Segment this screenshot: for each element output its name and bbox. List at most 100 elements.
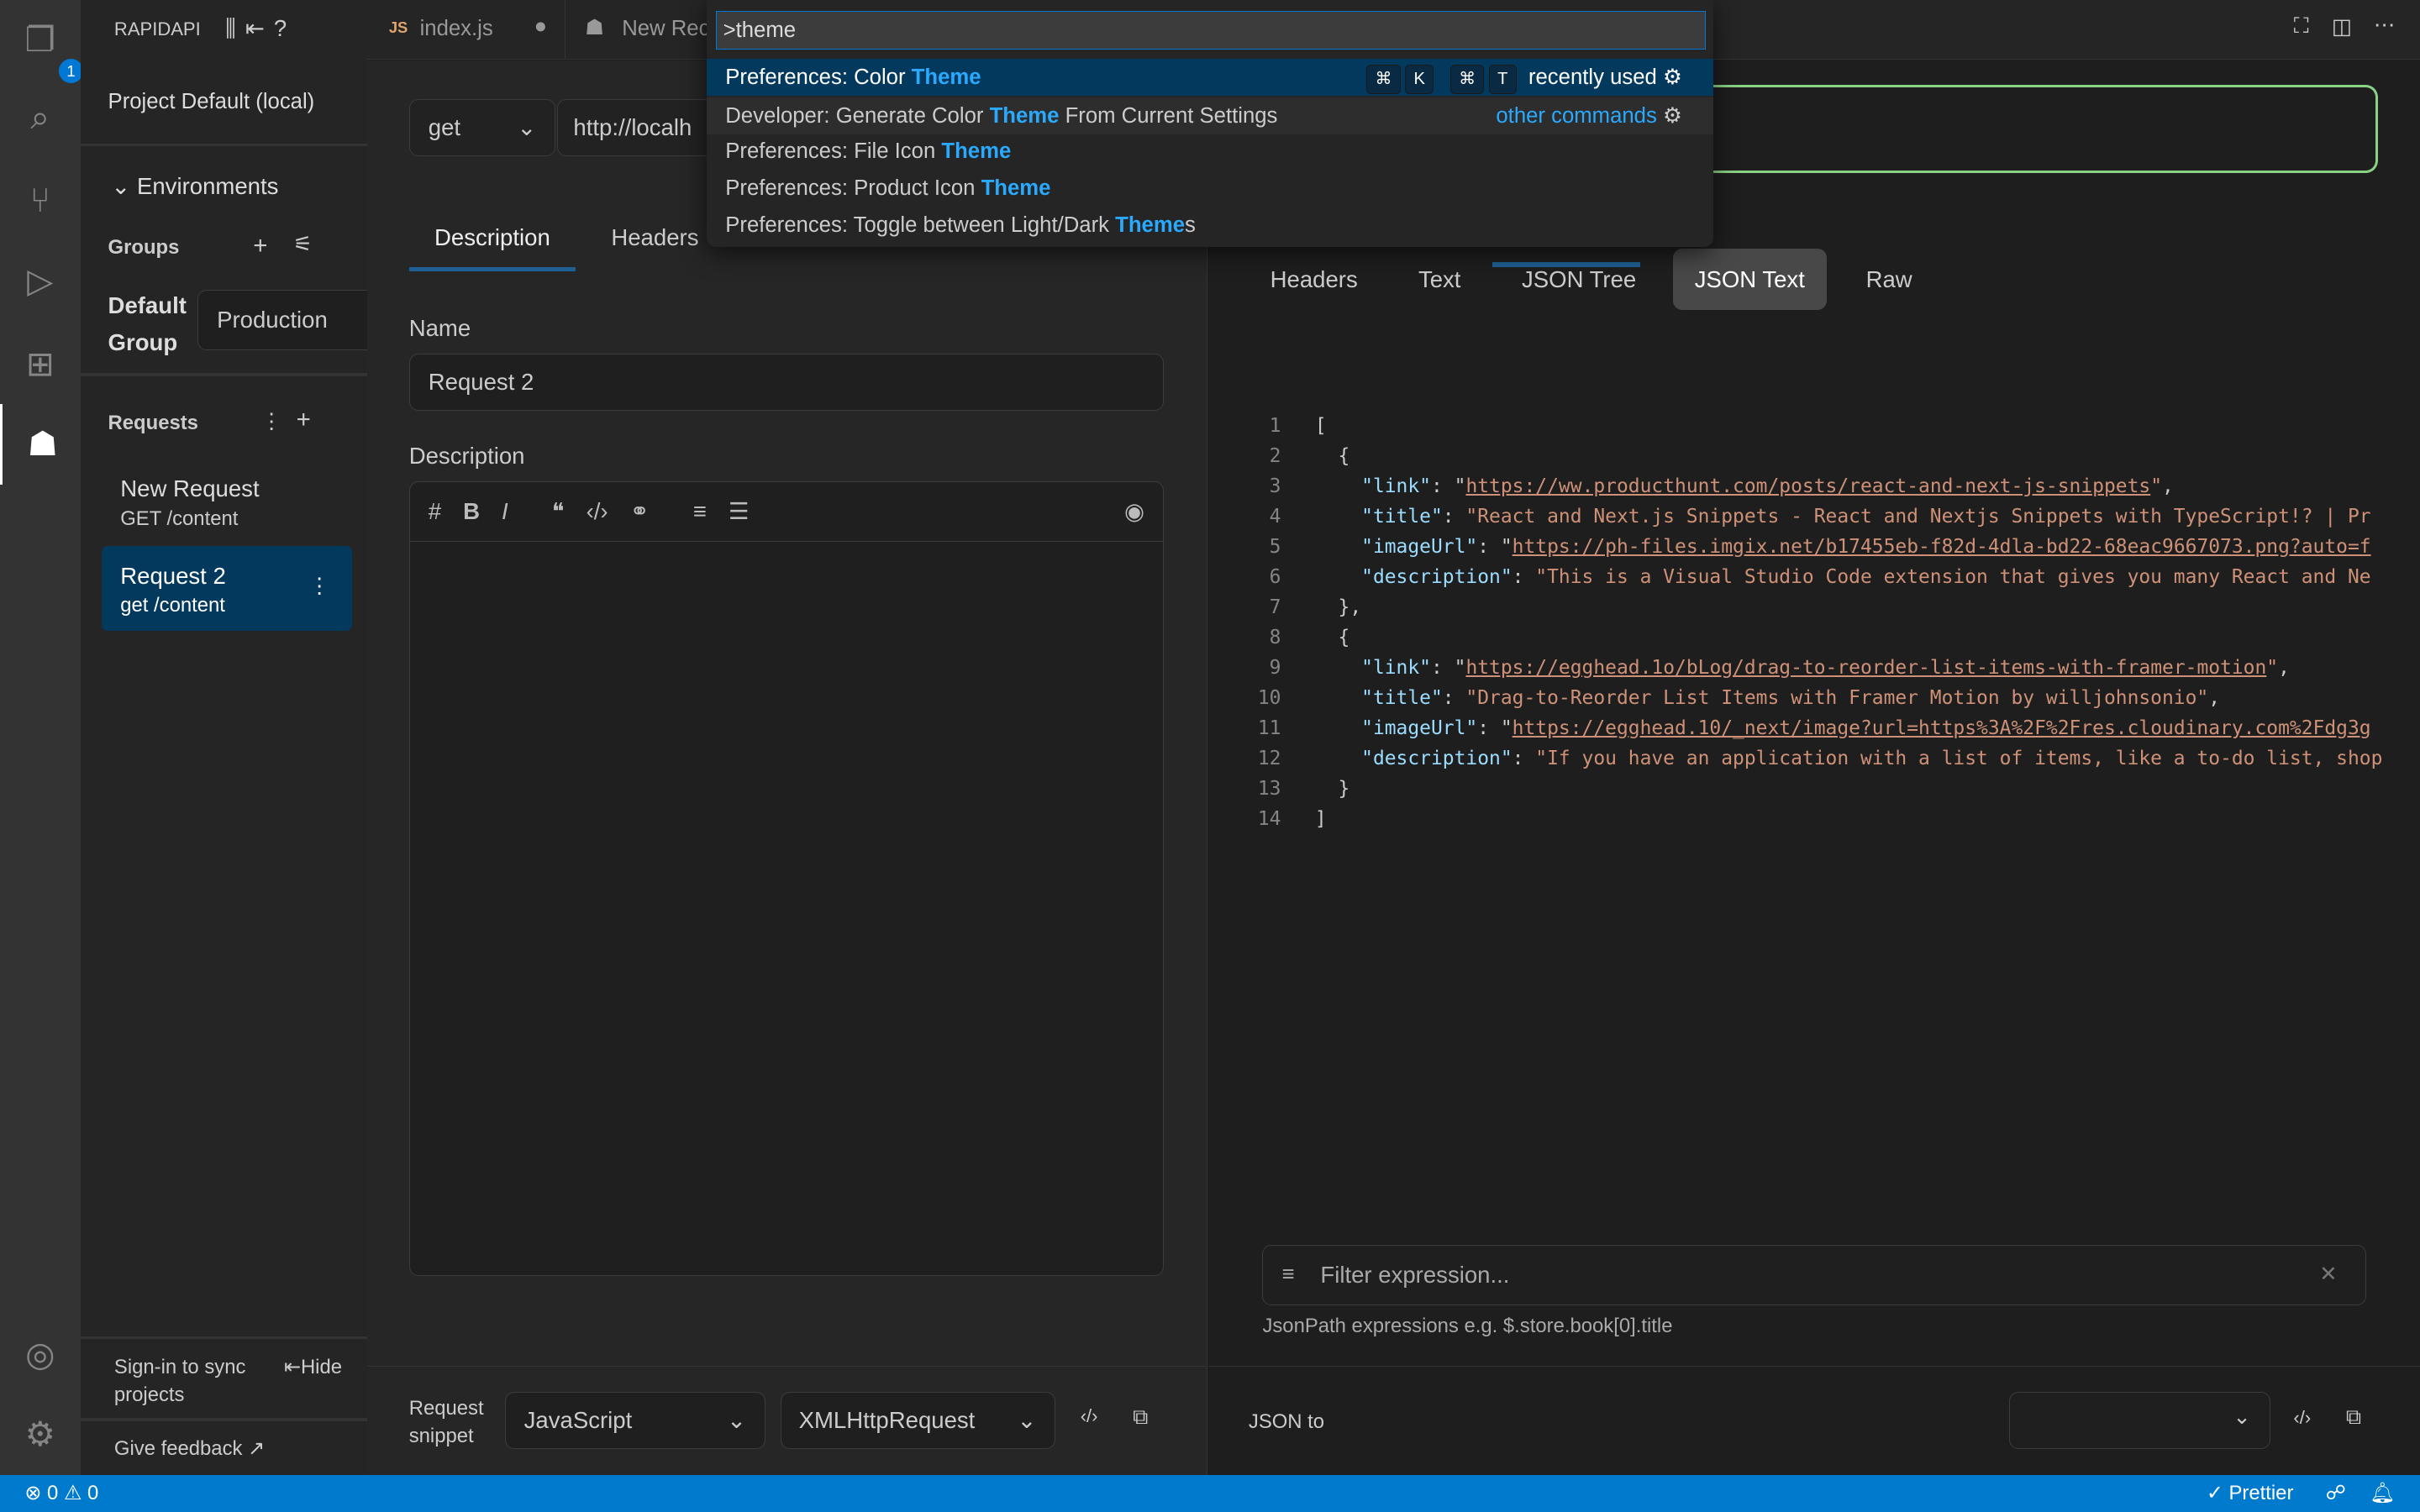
tab-text[interactable]: Text	[1397, 249, 1482, 310]
code-line: 2 {	[1219, 441, 2420, 471]
json-code-view[interactable]: 1[2 {3 "link": "https://ww.producthunt.c…	[1219, 411, 2420, 843]
environment-select[interactable]: Production	[197, 290, 385, 351]
bold-icon: B	[463, 498, 481, 525]
add-group-icon[interactable]: +	[253, 232, 267, 260]
bell-icon[interactable]: 🔔︎	[2370, 1475, 2395, 1512]
line-number: 5	[1269, 535, 1281, 558]
code-line: 13 }	[1219, 774, 2420, 804]
command-item[interactable]: Preferences: Product Icon Theme	[707, 170, 1713, 207]
code-token: ,	[2278, 656, 2290, 679]
name-input[interactable]: Request 2	[408, 353, 1165, 411]
filter-settings-icon[interactable]: ⚟	[293, 232, 313, 257]
filter-hint: JsonPath expressions e.g. $.store.book[0…	[1262, 1314, 1673, 1337]
line-number: 1	[1269, 414, 1281, 437]
prettier-status[interactable]: ✓ Prettier	[2207, 1475, 2294, 1512]
command-item-selected[interactable]: Preferences: Color Theme ⌘ K ⌘ T recently …	[707, 58, 1713, 96]
code-token: ,	[2162, 475, 2174, 497]
tab-label: index.js	[419, 17, 493, 41]
code-token: }	[1314, 777, 1350, 800]
code-icon[interactable]: ‹/›	[1081, 1405, 1098, 1427]
chevron-down-icon: ⌄	[111, 172, 137, 199]
environments-section[interactable]: ⌄ Environments	[111, 173, 278, 200]
clear-icon[interactable]: ✕	[2319, 1246, 2338, 1305]
tab-new-request[interactable]: ☗ New Rec	[566, 0, 721, 59]
request-item[interactable]: New Request GET /content	[102, 463, 352, 540]
method-select[interactable]: get ⌄	[408, 98, 556, 156]
problems-indicator[interactable]: ⊗ 0 ⚠ 0	[24, 1475, 98, 1512]
code-token[interactable]: https://egghead.1o/bLog/drag-to-reorder-…	[1465, 657, 2266, 679]
gear-icon[interactable]: ⚙	[1663, 104, 1682, 128]
error-icon: ⊗	[24, 1481, 42, 1504]
code-token: "React and Next.js Snippets - React and …	[1465, 505, 2371, 528]
tab-description[interactable]: Description	[408, 208, 576, 271]
other-commands-label: other commands	[1496, 103, 1657, 128]
code-token[interactable]: https://egghead.10/_next/image?url=https…	[1512, 717, 2371, 739]
run-debug-icon[interactable]: ▷	[18, 260, 61, 302]
tab-headers[interactable]: Headers	[611, 208, 698, 267]
line-number: 13	[1257, 777, 1281, 800]
library-select[interactable]: XMLHttpRequest ⌄	[781, 1391, 1056, 1449]
filter-expression-input[interactable]: ≡ Filter expression... ✕	[1262, 1245, 2366, 1306]
json-to-select[interactable]: ⌄	[2009, 1391, 2270, 1449]
settings-gear-icon[interactable]: ⚙	[18, 1413, 61, 1456]
code-token: : "	[1477, 717, 1512, 739]
warning-icon: ⚠	[63, 1481, 82, 1504]
code-token[interactable]: https://ph-files.imgix.net/b17455eb-f82d…	[1512, 536, 2371, 558]
more-actions-icon[interactable]: ⋯	[2374, 13, 2396, 38]
keybinding-key: T	[1488, 64, 1517, 94]
code-line: 9 "link": "https://egghead.1o/bLog/drag-…	[1219, 653, 2420, 683]
account-icon[interactable]: ◎	[18, 1333, 61, 1376]
requests-more-icon[interactable]: ⋮	[260, 409, 282, 434]
tab-response-headers[interactable]: Headers	[1249, 249, 1380, 310]
maximize-icon[interactable]: ⛶	[2294, 14, 2309, 39]
split-editor-icon[interactable]: ◫	[2332, 14, 2352, 39]
tab-json-text[interactable]: JSON Text	[1673, 248, 1827, 311]
code-token[interactable]: https://ww.producthunt.com/posts/react-a…	[1465, 475, 2150, 497]
status-bar: ⊗ 0 ⚠ 0 ✓ Prettier ☍ 🔔︎	[0, 1474, 2420, 1512]
tab-index-js[interactable]: JS index.js ●	[367, 0, 566, 59]
sidebar-toolbar-icons[interactable]: ⫼⇤?	[225, 15, 296, 43]
keybinding-key: K	[1405, 64, 1434, 94]
unsaved-dot-icon[interactable]: ●	[534, 14, 548, 39]
keybinding-key: ⌘	[1449, 64, 1485, 94]
preview-eye-icon[interactable]: ◉	[1124, 482, 1144, 541]
request-item-selected[interactable]: Request 2 get /content ⋮	[102, 546, 352, 632]
code-icon[interactable]: ‹/›	[2293, 1407, 2311, 1429]
hide-button[interactable]: ⇤Hide	[284, 1355, 342, 1379]
code-token: "description"	[1314, 747, 1512, 769]
feedback-icon[interactable]: ☍	[2326, 1475, 2346, 1512]
command-item[interactable]: Preferences: File Icon Theme	[707, 133, 1713, 170]
extensions-icon[interactable]: ⊞	[18, 343, 61, 386]
language-select[interactable]: JavaScript ⌄	[504, 1391, 766, 1449]
activity-bar: ❐ 1 ⌕ ⑂ ▷ ⊞ ☗ ◎ ⚙	[0, 0, 84, 1475]
gear-icon[interactable]: ⚙	[1663, 66, 1682, 89]
chevron-down-icon: ⌄	[2233, 1405, 2251, 1430]
tab-json-tree[interactable]: JSON Tree	[1500, 249, 1658, 310]
code-token: "	[2150, 475, 2163, 497]
search-icon[interactable]: ⌕	[18, 96, 61, 139]
markdown-toolbar[interactable]: # B I ❝ ‹/› ⚭ ≡ ☰ ◉	[409, 482, 1164, 542]
files-icon[interactable]: ❐ 1	[18, 18, 84, 84]
requests-label: Requests	[108, 412, 198, 435]
rapidapi-icon[interactable]: ☗	[0, 404, 83, 485]
sign-out-icon: ⇤	[283, 1355, 301, 1378]
chevron-down-icon: ⌄	[727, 1406, 747, 1433]
source-control-icon[interactable]: ⑂	[18, 179, 61, 222]
heading-icon: #	[428, 498, 442, 525]
copy-icon[interactable]: ⧉	[1133, 1405, 1148, 1431]
request-more-icon[interactable]: ⋮	[308, 574, 330, 599]
line-number: 6	[1269, 565, 1281, 588]
command-item[interactable]: Developer: Generate Color Theme From Cur…	[707, 97, 1713, 134]
copy-icon[interactable]: ⧉	[2346, 1405, 2361, 1431]
tab-raw[interactable]: Raw	[1844, 249, 1934, 310]
code-token: "title"	[1314, 505, 1443, 528]
description-editor[interactable]: # B I ❝ ‹/› ⚭ ≡ ☰ ◉	[408, 481, 1165, 1277]
js-file-icon: JS	[388, 18, 408, 37]
project-name[interactable]: Project Default (local)	[108, 90, 315, 114]
give-feedback-link[interactable]: Give feedback ↗	[114, 1436, 265, 1461]
add-request-icon[interactable]: +	[297, 406, 311, 434]
code-token: "link"	[1314, 656, 1431, 679]
command-palette-input[interactable]: >theme	[716, 10, 1706, 50]
command-item[interactable]: Preferences: Toggle between Light/Dark T…	[707, 207, 1713, 244]
sign-in-text[interactable]: Sign-in to sync projects	[114, 1353, 269, 1409]
